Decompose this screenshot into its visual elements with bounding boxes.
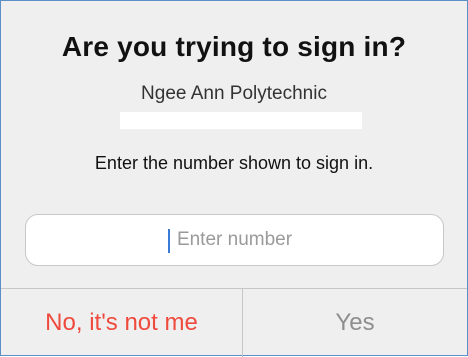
- account-info-redacted: [120, 112, 362, 129]
- sign-in-approval-dialog: Are you trying to sign in? Ngee Ann Poly…: [0, 0, 468, 357]
- deny-button[interactable]: No, it's not me: [1, 289, 242, 357]
- text-caret: [168, 229, 170, 253]
- dialog-title: Are you trying to sign in?: [61, 31, 407, 62]
- organization-name: Ngee Ann Polytechnic: [141, 83, 327, 104]
- instruction-text: Enter the number shown to sign in.: [94, 153, 374, 173]
- approve-button[interactable]: Yes: [243, 289, 467, 357]
- number-input[interactable]: [25, 214, 444, 266]
